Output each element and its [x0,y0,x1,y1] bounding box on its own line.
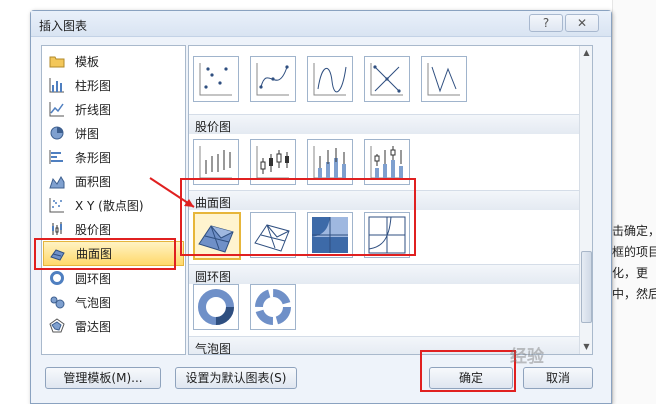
watermark: 经验 [510,347,544,367]
